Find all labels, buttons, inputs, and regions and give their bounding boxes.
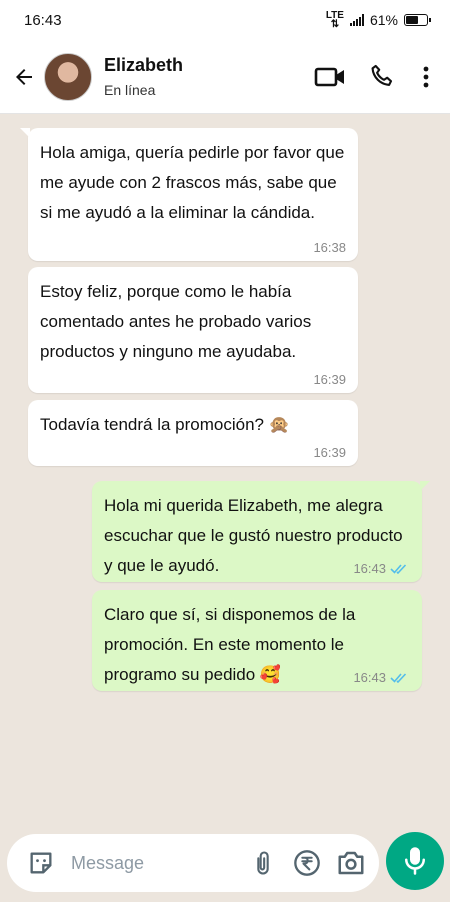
message-composer [7, 834, 379, 892]
message-bubble[interactable]: Estoy feliz, porque como le había coment… [28, 267, 358, 393]
message-bubble[interactable]: Hola amiga, quería pedirle por favor que… [20, 128, 358, 261]
message-list: Hola amiga, quería pedirle por favor que… [0, 114, 450, 826]
message-bubble[interactable]: Todavía tendrá la promoción? 🙊 16:39 [28, 400, 358, 466]
phone-icon [371, 64, 393, 86]
message-time: 16:39 [313, 445, 346, 460]
message-text: Hola amiga, quería pedirle por favor que… [40, 143, 345, 222]
sticker-button[interactable] [21, 843, 61, 883]
message-bubble[interactable]: Claro que sí, si disponemos de la promoc… [92, 590, 422, 691]
message-text: Todavía tendrá la promoción? 🙊 [40, 415, 290, 434]
video-camera-icon [314, 67, 344, 86]
rupee-icon [294, 850, 320, 876]
status-indicators: LTE ⇅ 61% [325, 10, 431, 30]
message-input[interactable] [71, 852, 239, 874]
voice-call-button[interactable] [360, 55, 404, 99]
double-check-icon [390, 673, 407, 684]
signal-icon [349, 14, 364, 26]
status-bar: 16:43 LTE ⇅ 61% [0, 0, 450, 40]
attach-button[interactable] [243, 843, 283, 883]
camera-icon [338, 851, 364, 875]
message-time: 16:43 [353, 561, 386, 576]
message-bubble[interactable]: Hola mi querida Elizabeth, me alegra esc… [92, 481, 430, 582]
contact-status: En línea [104, 82, 156, 98]
battery-icon [404, 14, 431, 26]
more-vertical-icon [423, 66, 429, 87]
payment-button[interactable] [287, 843, 327, 883]
message-time: 16:43 [353, 670, 386, 685]
message-text: Estoy feliz, porque como le había coment… [40, 282, 312, 361]
arrow-left-icon [16, 68, 32, 85]
double-check-icon [390, 564, 407, 575]
sticker-icon [30, 852, 52, 874]
network-type: LTE ⇅ [325, 10, 344, 30]
chat-header: Elizabeth En línea [0, 40, 450, 114]
paperclip-icon [257, 851, 269, 875]
message-time: 16:38 [313, 240, 346, 255]
status-time: 16:43 [24, 11, 62, 29]
more-options-button[interactable] [412, 55, 440, 99]
microphone-icon [405, 847, 425, 875]
message-time: 16:39 [313, 372, 346, 387]
camera-button[interactable] [331, 843, 371, 883]
voice-message-button[interactable] [386, 832, 444, 890]
contact-name: Elizabeth [104, 55, 184, 75]
battery-percent: 61% [369, 12, 398, 28]
back-button[interactable] [4, 57, 44, 97]
video-call-button[interactable] [308, 55, 352, 99]
avatar[interactable] [44, 52, 92, 101]
contact-info[interactable]: Elizabeth En línea [104, 55, 308, 98]
